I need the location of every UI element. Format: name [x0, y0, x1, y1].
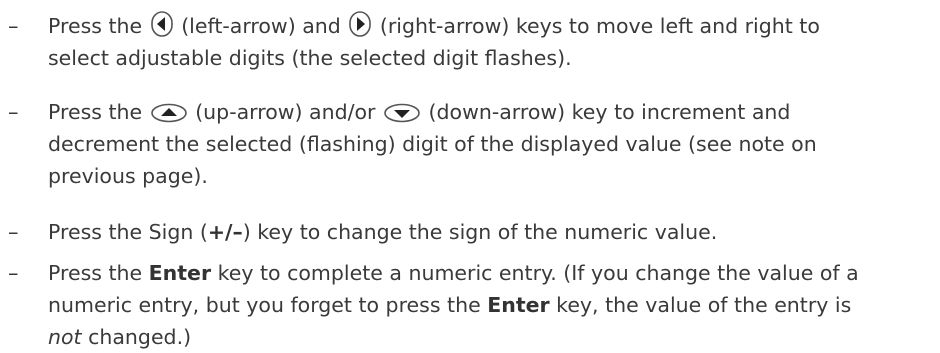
enter-key-label: Enter: [148, 261, 212, 285]
up-arrow-key-icon: [150, 103, 187, 123]
list-dash: –: [8, 261, 19, 285]
list-dash: –: [8, 220, 19, 244]
list-item-text: Press the Enter key to complete a numeri…: [48, 261, 859, 349]
right-arrow-key-icon: [349, 11, 372, 37]
enter-key-label: Enter: [487, 293, 550, 317]
emphasis-not: not: [48, 325, 82, 349]
sign-key-label: +/–: [207, 220, 243, 244]
list-item-text: Press the (up-arrow) and/or (down-arrow)…: [48, 100, 817, 188]
list-item-text: Press the Sign (+/–) key to change the s…: [48, 220, 718, 244]
list-item-text: Press the (left-arrow) and (right-arrow)…: [48, 10, 928, 74]
left-arrow-key-icon: [150, 11, 173, 37]
down-arrow-key-icon: [384, 103, 420, 123]
list-dash: –: [8, 14, 19, 38]
list-dash: –: [8, 100, 19, 124]
instruction-list: – Press the (left-arrow) and (right-arro…: [0, 0, 940, 349]
